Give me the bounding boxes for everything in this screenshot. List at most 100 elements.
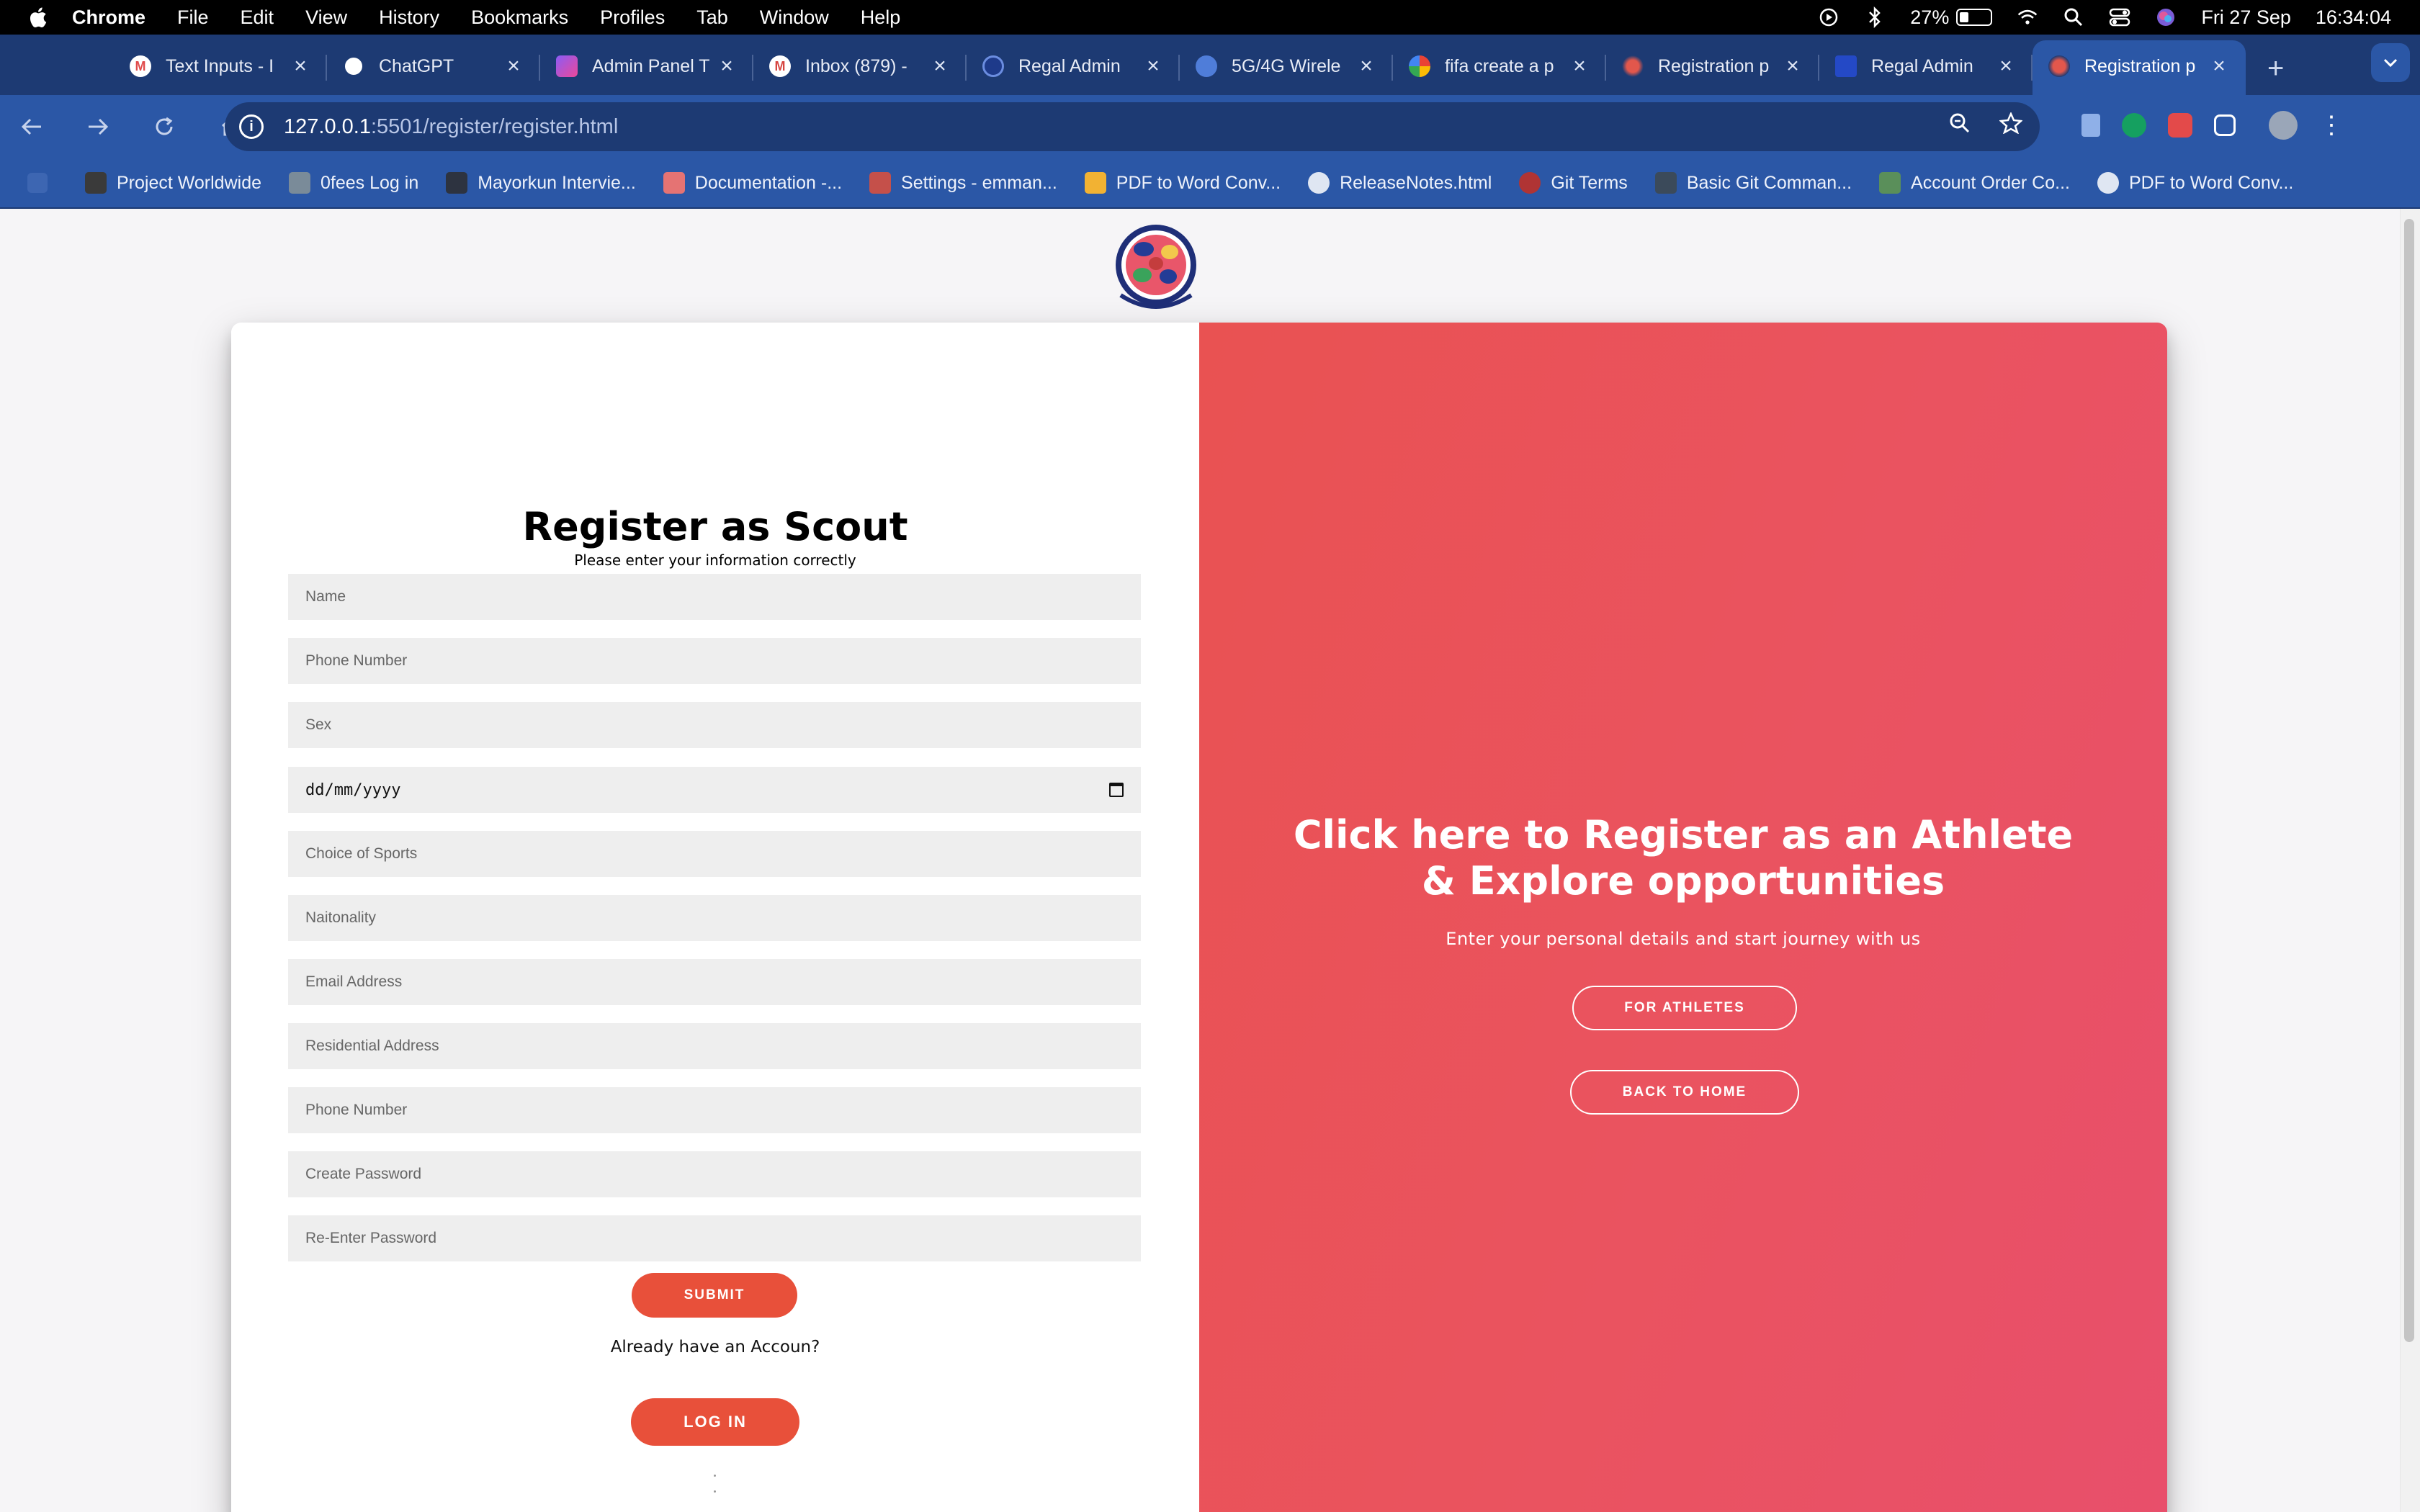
forward-arrow-icon[interactable] [84, 112, 112, 141]
phone-number-field[interactable] [288, 638, 1141, 684]
menu-help[interactable]: Help [861, 6, 901, 29]
email-input[interactable] [305, 959, 1124, 1005]
wifi-icon[interactable] [2017, 6, 2038, 28]
bluetooth-icon[interactable] [1864, 6, 1886, 28]
tab-close-icon[interactable]: × [290, 54, 311, 78]
tab-admin-panel[interactable]: Admin Panel T × [540, 40, 753, 95]
reading-list-icon[interactable] [2081, 114, 2100, 137]
nationality-field[interactable] [288, 895, 1141, 941]
bookmark-star-icon[interactable] [1999, 111, 2023, 140]
phone-number-field-2[interactable] [288, 1087, 1141, 1133]
bookmark-item[interactable]: Settings - emman... [869, 172, 1057, 194]
menu-file[interactable]: File [177, 6, 209, 29]
tab-inbox[interactable]: M Inbox (879) - × [753, 40, 967, 95]
date-of-birth-field[interactable]: dd/mm/yyyy [288, 767, 1141, 813]
control-center-icon[interactable] [2109, 6, 2130, 28]
menu-window[interactable]: Window [760, 6, 829, 29]
sex-input[interactable] [305, 702, 1124, 748]
name-field[interactable] [288, 574, 1141, 620]
site-logo[interactable] [1108, 223, 1204, 312]
tab-google-fifa[interactable]: fifa create a p × [1393, 40, 1606, 95]
menu-chrome[interactable]: Chrome [72, 6, 145, 29]
bookmark-item[interactable]: Account Order Co... [1879, 172, 2070, 194]
tab-regal-admin-2[interactable]: Regal Admin × [1819, 40, 2033, 95]
tab-close-icon[interactable]: × [503, 54, 524, 78]
bookmark-item[interactable]: Project Worldwide [85, 172, 261, 194]
monday-extension-icon[interactable] [2168, 113, 2192, 138]
tab-close-icon[interactable]: × [1569, 54, 1590, 78]
screen-recording-icon[interactable] [1818, 6, 1839, 28]
tab-close-icon[interactable]: × [929, 54, 951, 78]
bookmark-item[interactable]: PDF to Word Conv... [2097, 172, 2293, 194]
address-url[interactable]: 127.0.0.1:5501/register/register.html [284, 115, 618, 139]
email-field[interactable] [288, 959, 1141, 1005]
tab-close-icon[interactable]: × [2208, 54, 2230, 78]
menu-edit[interactable]: Edit [241, 6, 274, 29]
scrollbar-thumb[interactable] [2404, 219, 2414, 1342]
back-to-home-button[interactable]: BACK TO HOME [1570, 1070, 1799, 1115]
menu-bookmarks[interactable]: Bookmarks [471, 6, 568, 29]
address-bar[interactable]: i 127.0.0.1:5501/register/register.html [225, 102, 2040, 151]
tab-close-icon[interactable]: × [1782, 54, 1803, 78]
new-tab-icon[interactable]: + [2267, 53, 2284, 85]
battery-status[interactable]: 27% [1910, 6, 1993, 29]
bookmark-item[interactable]: Documentation -... [663, 172, 842, 194]
tab-close-icon[interactable]: × [1995, 54, 2017, 78]
bookmark-label: PDF to Word Conv... [1116, 172, 1281, 193]
sports-input[interactable] [305, 831, 1124, 877]
create-password-field[interactable] [288, 1151, 1141, 1197]
tab-close-icon[interactable]: × [1142, 54, 1164, 78]
reenter-password-input[interactable] [305, 1215, 1124, 1261]
reenter-password-field[interactable] [288, 1215, 1141, 1261]
bookmark-item[interactable]: ReleaseNotes.html [1308, 172, 1492, 194]
tab-search-chevron-icon[interactable] [2371, 43, 2410, 82]
reload-icon[interactable] [150, 112, 179, 141]
tab-registration-active[interactable]: Registration p × [2033, 40, 2246, 95]
submit-button[interactable]: SUBMIT [632, 1273, 797, 1318]
battery-percent: 27% [1910, 6, 1950, 28]
tab-5g-wireless[interactable]: 5G/4G Wirele × [1180, 40, 1393, 95]
tab-close-icon[interactable]: × [1355, 54, 1377, 78]
menubar-date[interactable]: Fri 27 Sep [2201, 6, 2291, 29]
menu-history[interactable]: History [379, 6, 439, 29]
menu-view[interactable]: View [305, 6, 347, 29]
bookmark-item[interactable]: PDF to Word Conv... [1084, 172, 1281, 194]
phone-number-input-2[interactable] [305, 1087, 1124, 1133]
for-athletes-button[interactable]: FOR ATHLETES [1572, 986, 1797, 1030]
extensions-puzzle-icon[interactable] [2214, 114, 2236, 136]
bookmark-item[interactable]: 0fees Log in [289, 172, 418, 194]
create-password-input[interactable] [305, 1151, 1124, 1197]
tab-close-icon[interactable]: × [716, 54, 738, 78]
grammarly-extension-icon[interactable] [2122, 113, 2146, 138]
apple-logo-icon[interactable] [27, 6, 48, 29]
phone-number-input[interactable] [305, 638, 1124, 684]
tab-registration[interactable]: Registration p × [1606, 40, 1819, 95]
bookmark-item[interactable]: Basic Git Comman... [1654, 172, 1852, 194]
name-input[interactable] [305, 574, 1124, 620]
bookmark-item[interactable]: Git Terms [1519, 172, 1628, 194]
back-arrow-icon[interactable] [17, 112, 46, 141]
sex-field[interactable] [288, 702, 1141, 748]
address-input[interactable] [305, 1023, 1124, 1069]
spotlight-search-icon[interactable] [2063, 6, 2084, 28]
tab-text-inputs[interactable]: M Text Inputs - I × [114, 40, 327, 95]
apps-icon[interactable] [27, 173, 48, 193]
bookmark-label: PDF to Word Conv... [2128, 172, 2294, 193]
page-scrollbar[interactable] [2400, 209, 2420, 1512]
tab-chatgpt[interactable]: ChatGPT × [327, 40, 540, 95]
choice-of-sports-field[interactable] [288, 831, 1141, 877]
bookmark-item[interactable]: Mayorkun Intervie... [446, 172, 636, 194]
zoom-icon[interactable] [1949, 112, 1971, 140]
login-button[interactable]: LOG IN [631, 1398, 799, 1446]
tab-regal-admin[interactable]: Regal Admin × [967, 40, 1180, 95]
chrome-menu-icon[interactable]: ⋮ [2319, 113, 2344, 138]
menu-tab[interactable]: Tab [696, 6, 728, 29]
calendar-icon[interactable] [1109, 783, 1124, 797]
site-info-icon[interactable]: i [239, 114, 264, 139]
menu-profiles[interactable]: Profiles [600, 6, 665, 29]
siri-icon[interactable] [2155, 6, 2177, 28]
residential-address-field[interactable] [288, 1023, 1141, 1069]
profile-avatar-icon[interactable] [2269, 111, 2298, 140]
nationality-input[interactable] [305, 895, 1124, 941]
menubar-time[interactable]: 16:34:04 [2316, 6, 2391, 29]
